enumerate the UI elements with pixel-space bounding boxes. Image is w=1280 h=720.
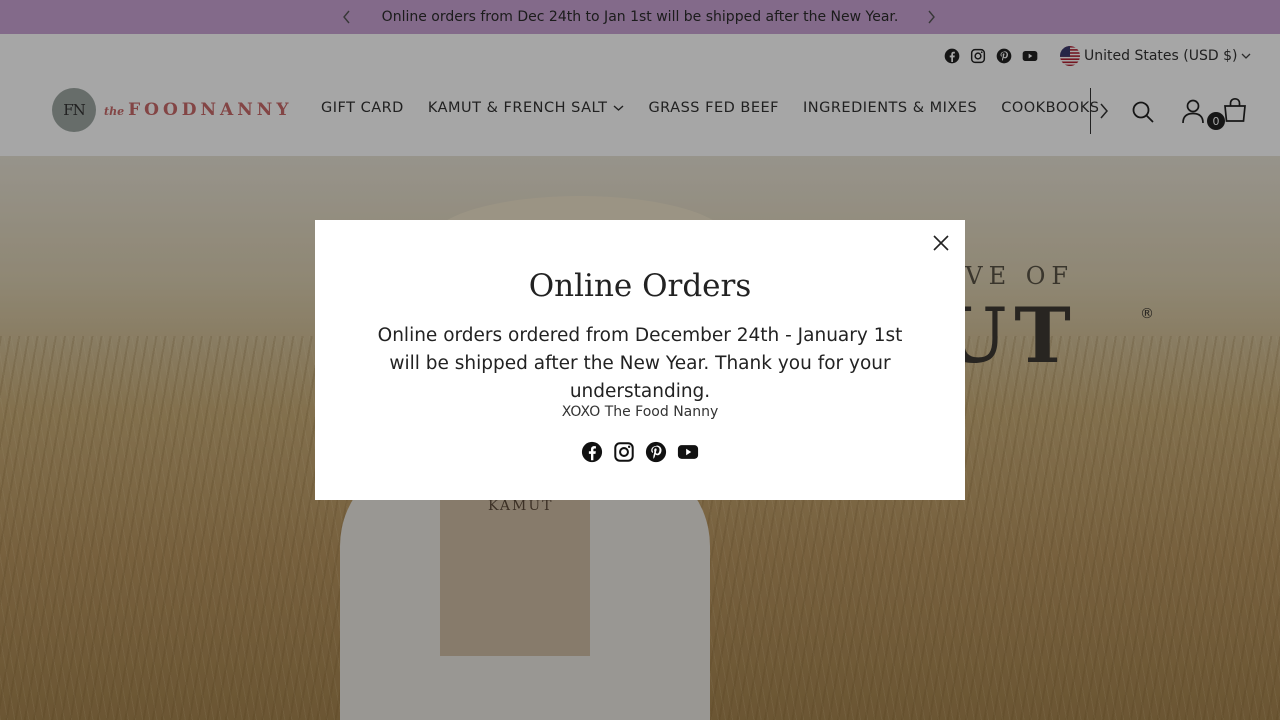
instagram-icon[interactable] xyxy=(613,441,635,463)
close-icon xyxy=(933,235,949,251)
youtube-icon[interactable] xyxy=(677,441,699,463)
modal-signature: XOXO The Food Nanny xyxy=(561,404,719,420)
modal-body: Online orders ordered from December 24th… xyxy=(377,325,903,402)
modal-title: Online Orders xyxy=(528,268,752,304)
facebook-icon[interactable] xyxy=(581,441,603,463)
modal-close-button[interactable] xyxy=(931,233,951,253)
modal-social-links xyxy=(581,441,699,463)
pinterest-icon[interactable] xyxy=(645,441,667,463)
online-orders-modal: Online Orders Online orders ordered from… xyxy=(315,220,965,500)
